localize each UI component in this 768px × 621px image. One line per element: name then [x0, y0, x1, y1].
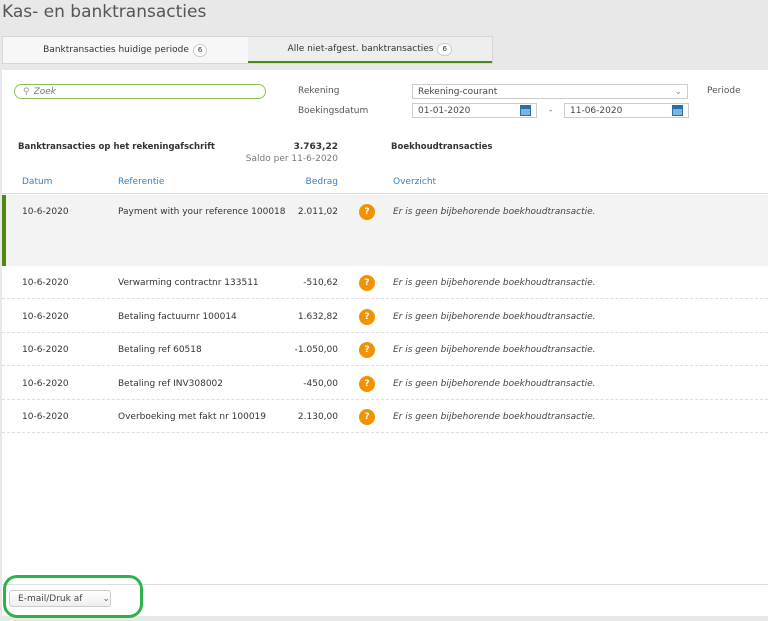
column-header-overzicht: Overzicht — [393, 177, 437, 187]
date-from-field[interactable]: 01-01-2020 — [412, 103, 537, 118]
table-row[interactable]: 10-6-2020 Betaling ref 60518 -1.050,00? Er … — [2, 333, 768, 366]
chevron-down-icon: ⌄ — [674, 86, 682, 97]
row-overview: Er is geen bijbehorende boekhoudtransact… — [393, 278, 596, 288]
tab-label: Banktransacties huidige periode — [43, 45, 189, 55]
row-reference: Betaling factuurnr 100014 — [118, 312, 237, 322]
tab-current-period[interactable]: Banktransacties huidige periode 6 — [3, 37, 248, 63]
table-row[interactable]: 10-6-2020 Betaling factuurnr 100014 1.632,… — [2, 300, 768, 333]
row-date: 10-6-2020 — [22, 379, 69, 389]
table-row[interactable]: 10-6-2020 Overboeking met fakt nr 100019 2… — [2, 400, 768, 433]
row-date: 10-6-2020 — [22, 412, 69, 422]
row-reference: Overboeking met fakt nr 100019 — [118, 412, 266, 422]
periode-label: Periode — [707, 86, 741, 96]
count-badge: 6 — [437, 42, 452, 56]
question-icon[interactable]: ? — [359, 376, 375, 392]
row-overview: Er is geen bijbehorende boekhoudtransact… — [393, 312, 596, 322]
rekening-select[interactable]: Rekening-courant ⌄ — [412, 84, 688, 99]
row-amount: -1.050,00 — [294, 345, 338, 355]
row-overview: Er is geen bijbehorende boekhoudtransact… — [393, 345, 596, 355]
question-icon[interactable]: ? — [359, 342, 375, 358]
highlight-annotation — [3, 575, 143, 618]
table-row[interactable]: 10-6-2020 Betaling ref INV308002 -450,00? E… — [2, 367, 768, 400]
saldo-label: Saldo per 11-6-2020 — [245, 154, 338, 164]
row-amount: -510,62 — [303, 278, 338, 288]
table-row[interactable]: 10-6-2020 Payment with your reference 100… — [2, 195, 768, 228]
calendar-icon[interactable] — [520, 105, 531, 116]
row-date: 10-6-2020 — [22, 207, 69, 217]
row-amount: -450,00 — [303, 379, 338, 389]
divider — [2, 193, 768, 194]
row-reference: Betaling ref 60518 — [118, 345, 202, 355]
bank-section-title: Banktransacties op het rekeningafschrift — [18, 142, 215, 152]
tab-label: Alle niet-afgest. banktransacties — [287, 44, 434, 54]
row-reference: Payment with your reference 100018 — [118, 207, 286, 217]
row-date: 10-6-2020 — [22, 345, 69, 355]
question-icon[interactable]: ? — [359, 409, 375, 425]
row-amount: 2.011,02 — [297, 207, 338, 217]
search-field[interactable]: ⚲ — [14, 84, 266, 99]
count-badge: 6 — [192, 43, 208, 57]
row-date: 10-6-2020 — [22, 278, 69, 288]
row-date: 10-6-2020 — [22, 312, 69, 322]
tab-bar: Banktransacties huidige periode 6 Alle ni… — [2, 36, 493, 64]
date-to-value: 11-06-2020 — [570, 105, 623, 116]
boekhoud-section-title: Boekhoudtransacties — [391, 142, 493, 152]
date-to-field[interactable]: 11-06-2020 — [564, 103, 689, 118]
row-overview: Er is geen bijbehorende boekhoudtransact… — [393, 379, 596, 389]
question-icon[interactable]: ? — [359, 204, 375, 220]
boekingsdatum-label: Boekingsdatum — [298, 106, 369, 116]
question-icon[interactable]: ? — [359, 309, 375, 325]
column-header-referentie[interactable]: Referentie — [118, 177, 164, 187]
row-reference: Betaling ref INV308002 — [118, 379, 224, 389]
row-amount: 1.632,82 — [297, 312, 338, 322]
question-icon[interactable]: ? — [359, 275, 375, 291]
row-amount: 2.130,00 — [297, 412, 338, 422]
search-input[interactable] — [33, 86, 254, 97]
column-header-datum[interactable]: Datum — [22, 177, 52, 187]
search-icon: ⚲ — [23, 86, 30, 97]
saldo-value: 3.763,22 — [293, 142, 338, 152]
rekening-label: Rekening — [298, 86, 340, 96]
table-row[interactable]: 10-6-2020 Verwarming contractnr 133511 -51… — [2, 266, 768, 299]
date-separator: - — [549, 106, 553, 116]
date-from-value: 01-01-2020 — [418, 105, 471, 116]
rekening-value: Rekening-courant — [418, 86, 498, 97]
tab-all-unreconciled[interactable]: Alle niet-afgest. banktransacties 6 — [247, 37, 492, 63]
calendar-icon[interactable] — [672, 105, 683, 116]
page-title: Kas- en banktransacties — [2, 2, 207, 22]
column-header-bedrag[interactable]: Bedrag — [306, 177, 338, 187]
row-reference: Verwarming contractnr 133511 — [118, 278, 259, 288]
row-overview: Er is geen bijbehorende boekhoudtransact… — [393, 412, 596, 422]
row-overview: Er is geen bijbehorende boekhoudtransact… — [393, 207, 596, 217]
